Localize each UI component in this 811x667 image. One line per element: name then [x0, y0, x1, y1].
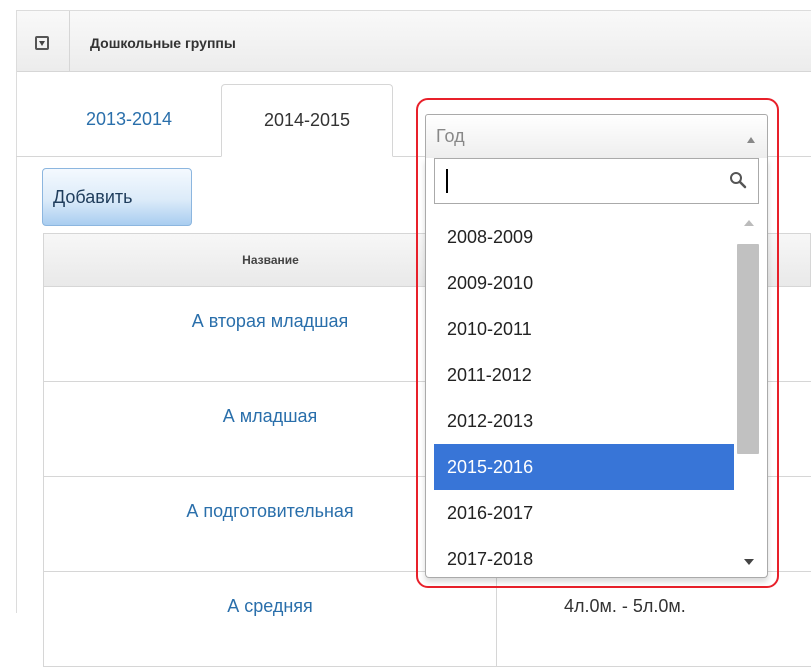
tab-2014-2015[interactable]: 2014-2015	[221, 84, 393, 157]
option-2010-2011[interactable]: 2010-2011	[434, 306, 734, 352]
option-2009-2010[interactable]: 2009-2010	[434, 260, 734, 306]
option-2017-2018[interactable]: 2017-2018	[434, 536, 734, 574]
triangle-down-icon	[39, 41, 45, 46]
scroll-down-icon[interactable]	[744, 559, 754, 565]
age-range: 4л.0м. - 5л.0м.	[564, 596, 686, 616]
collapse-square-icon[interactable]	[35, 36, 49, 50]
chevron-up-icon	[747, 137, 755, 143]
search-input[interactable]	[437, 161, 727, 201]
scrollbar[interactable]	[736, 214, 760, 569]
option-2008-2009[interactable]: 2008-2009	[434, 214, 734, 260]
select-placeholder: Год	[436, 126, 465, 146]
options-list: 2008-2009 2009-2010 2010-2011 2011-2012 …	[434, 214, 734, 574]
option-2011-2012[interactable]: 2011-2012	[434, 352, 734, 398]
panel-title: Дошкольные группы	[90, 35, 236, 51]
tab-2013-2014[interactable]: 2013-2014	[49, 84, 209, 156]
option-2015-2016[interactable]: 2015-2016	[434, 444, 734, 490]
add-button[interactable]: Добавить	[42, 168, 192, 226]
group-name-link[interactable]: А средняя	[44, 596, 496, 617]
search-box	[434, 158, 759, 204]
header-divider	[69, 11, 70, 71]
panel-header: Дошкольные группы	[17, 11, 811, 72]
year-dropdown: 2008-2009 2009-2010 2010-2011 2011-2012 …	[425, 158, 768, 578]
option-2016-2017[interactable]: 2016-2017	[434, 490, 734, 536]
year-select[interactable]: Год	[425, 114, 768, 158]
option-2012-2013[interactable]: 2012-2013	[434, 398, 734, 444]
scroll-up-icon[interactable]	[744, 220, 754, 226]
search-icon	[730, 172, 747, 189]
scroll-thumb[interactable]	[737, 244, 759, 454]
text-caret	[446, 169, 448, 193]
